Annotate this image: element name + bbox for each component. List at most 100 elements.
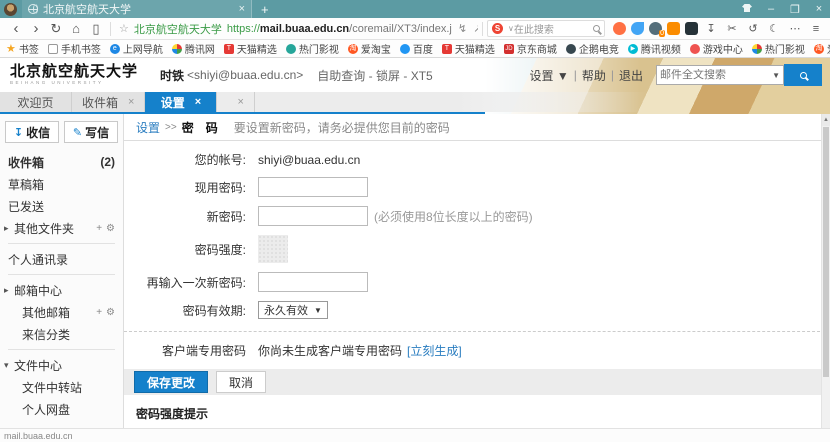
lock-screen-link[interactable]: 锁屏 <box>376 69 400 83</box>
logout-link[interactable]: 退出 <box>619 67 643 84</box>
bookmark-item[interactable]: 淘爱淘宝 <box>814 41 830 56</box>
mail-search-button[interactable] <box>784 64 822 86</box>
flash-plugin-icon[interactable]: ↯ <box>458 22 467 35</box>
close-button[interactable]: × <box>808 3 830 15</box>
bookmark-item[interactable]: ★书签 <box>6 41 39 56</box>
menu-hamburger-icon[interactable]: ≡ <box>808 23 824 35</box>
butterfly-extension-icon[interactable] <box>631 22 644 35</box>
undo-history-icon[interactable]: ↺ <box>745 22 761 35</box>
sidebar-item-contacts[interactable]: 个人通讯录 <box>0 248 123 270</box>
qq-penguin-extension-icon[interactable]: 0 <box>649 22 662 35</box>
add-folder-icon[interactable]: + <box>96 223 102 234</box>
tab-close-icon[interactable]: × <box>239 3 245 15</box>
refresh-icon[interactable]: ↻ <box>46 21 66 37</box>
sidebar-item-mail-center[interactable]: ▸邮箱中心 <box>0 279 123 301</box>
browser-tab[interactable]: 北京航空航天大学 × <box>22 0 252 18</box>
game-controller-extension-icon[interactable] <box>613 22 626 35</box>
bookmark-item[interactable]: 百度 <box>400 41 433 56</box>
user-info: 时铁 <shiyi@buaa.edu.cn> 自助查询 - 锁屏 - XT5 <box>160 67 433 84</box>
night-mode-moon-icon[interactable]: ☾ <box>766 22 782 35</box>
address-bar[interactable]: ☆ 北京航空航天大学 https://mail.buaa.edu.cn/core… <box>115 20 478 38</box>
search-icon[interactable] <box>593 25 600 32</box>
tab-close-icon[interactable]: × <box>195 96 201 108</box>
user-name: 时铁 <box>160 67 184 84</box>
adobe-extension-icon[interactable] <box>685 22 698 35</box>
theme-shirt-icon[interactable] <box>736 3 758 15</box>
sidebar-item-mail-filter[interactable]: 来信分类 <box>0 323 123 345</box>
action-bar: 保存更改 取消 <box>124 369 830 395</box>
bookmark-item[interactable]: 热门影视 <box>752 41 805 56</box>
back-icon[interactable]: ‹ <box>6 22 26 36</box>
sidebar-item-file-transfer[interactable]: 文件中转站 <box>0 376 123 398</box>
bookmark-item[interactable]: 热门影视 <box>286 41 339 56</box>
bookmark-item[interactable]: ▶腾讯视频 <box>628 41 681 56</box>
sidebar-item-file-center[interactable]: ▾文件中心 <box>0 354 123 376</box>
reading-mode-icon[interactable]: ▯ <box>86 21 106 37</box>
favorite-star-icon[interactable]: ☆ <box>119 22 129 35</box>
sidebar-item-other-folders[interactable]: ▸其他文件夹+⚙ <box>0 217 123 239</box>
tab-close-icon[interactable]: × <box>128 96 134 108</box>
user-avatar-icon[interactable] <box>4 3 17 16</box>
maximize-button[interactable]: ❐ <box>784 3 806 16</box>
help-link[interactable]: 帮助 <box>582 67 606 84</box>
add-account-icon[interactable]: + <box>96 307 102 318</box>
download-icon[interactable]: ↧ <box>703 22 719 35</box>
chevron-right-icon[interactable]: ▸ <box>4 285 14 296</box>
confirm-password-input[interactable] <box>258 272 368 292</box>
minimize-button[interactable]: – <box>760 3 782 15</box>
xt5-link[interactable]: XT5 <box>411 69 433 83</box>
home-icon[interactable]: ⌂ <box>66 21 86 36</box>
current-password-input[interactable] <box>258 177 368 197</box>
tab-welcome[interactable]: 欢迎页 <box>0 92 72 112</box>
compose-mail-button[interactable]: ✎写信 <box>64 121 118 143</box>
vertical-scrollbar[interactable]: ▲ <box>821 114 830 428</box>
save-button[interactable]: 保存更改 <box>134 371 208 393</box>
penguin-esports-icon <box>566 44 576 54</box>
password-form: 您的帐号: shiyi@buaa.edu.cn 现用密码: 新密码: (必须使用… <box>124 141 830 428</box>
mail-search-dropdown-icon[interactable]: ▼ <box>772 71 780 80</box>
sidebar: ↧收信 ✎写信 收件箱(2) 草稿箱 已发送 ▸其他文件夹+⚙ 个人通讯录 ▸邮… <box>0 114 124 428</box>
new-password-input[interactable] <box>258 206 368 226</box>
validity-select[interactable]: 永久有效 ▼ <box>258 301 328 319</box>
cancel-button[interactable]: 取消 <box>216 371 266 393</box>
breadcrumb-settings-link[interactable]: 设置 <box>136 119 160 136</box>
sidebar-item-net-disk[interactable]: 个人网盘 <box>0 398 123 420</box>
bookmark-item[interactable]: 腾讯网 <box>172 41 215 56</box>
toolbar-search-box[interactable]: S ∨ 在此搜索 <box>487 20 605 37</box>
scrollbar-thumb[interactable] <box>823 127 829 377</box>
sidebar-item-sent[interactable]: 已发送 <box>0 195 123 217</box>
settings-menu[interactable]: 设置 ▼ <box>530 67 569 84</box>
more-options-icon[interactable]: ⋯ <box>787 22 803 35</box>
search-engine-icon[interactable]: S <box>492 23 503 34</box>
receive-mail-button[interactable]: ↧收信 <box>5 121 59 143</box>
tab-inbox[interactable]: 收件箱× <box>72 92 145 112</box>
new-password-label: 新密码: <box>124 208 246 225</box>
bookmark-item[interactable]: e上网导航 <box>110 41 163 56</box>
mail-search-box[interactable]: ▼ <box>656 65 784 85</box>
shopping-bag-extension-icon[interactable] <box>667 22 680 35</box>
gear-icon[interactable]: ⚙ <box>106 223 115 234</box>
chevron-down-icon[interactable]: ▾ <box>4 360 14 371</box>
bookmark-item[interactable]: 企鹅电竞 <box>566 41 619 56</box>
mail-search-input[interactable] <box>660 69 772 81</box>
bookmark-item[interactable]: T天猫精选 <box>442 41 495 56</box>
account-label: 您的帐号: <box>124 151 246 168</box>
sidebar-item-drafts[interactable]: 草稿箱 <box>0 173 123 195</box>
bookmark-item[interactable]: JD京东商城 <box>504 41 557 56</box>
forward-icon[interactable]: › <box>26 22 46 36</box>
bookmark-item[interactable]: T天猫精选 <box>224 41 277 56</box>
self-query-link[interactable]: 自助查询 <box>317 69 365 83</box>
gear-icon[interactable]: ⚙ <box>106 307 115 318</box>
tab-settings[interactable]: 设置× <box>145 92 217 112</box>
new-tab-button[interactable]: + <box>252 2 278 17</box>
sidebar-item-other-accounts[interactable]: 其他邮箱+⚙ <box>0 301 123 323</box>
screenshot-scissors-icon[interactable]: ✂ <box>724 22 740 35</box>
generate-client-password-link[interactable]: [立刻生成] <box>407 342 462 359</box>
sidebar-item-inbox[interactable]: 收件箱(2) <box>0 151 123 173</box>
scroll-up-icon[interactable]: ▲ <box>822 114 830 126</box>
chevron-right-icon[interactable]: ▸ <box>4 223 14 234</box>
share-icon[interactable]: ↗ <box>473 22 478 35</box>
bookmark-item[interactable]: 游戏中心 <box>690 41 743 56</box>
bookmark-item[interactable]: 手机书签 <box>48 41 101 56</box>
bookmark-item[interactable]: 淘爱淘宝 <box>348 41 391 56</box>
